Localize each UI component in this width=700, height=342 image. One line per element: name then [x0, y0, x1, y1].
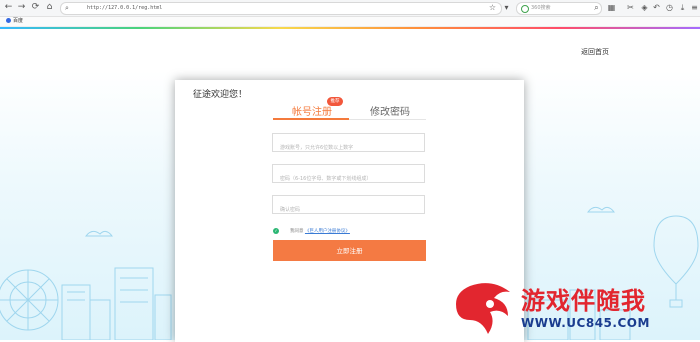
- confirm-password-input[interactable]: [273, 201, 424, 219]
- account-input[interactable]: [273, 139, 424, 157]
- account-field: [272, 133, 425, 157]
- agreement-text: 我同意 《巨人用户注册协议》: [290, 228, 350, 234]
- agreement-link[interactable]: 《巨人用户注册协议》: [305, 229, 350, 234]
- agreement-checkbox[interactable]: ✓: [273, 228, 279, 234]
- agreement-prefix: 我同意: [290, 229, 304, 234]
- register-button[interactable]: 立即注册: [273, 240, 426, 261]
- welcome-text: 征途欢迎您！: [193, 90, 248, 100]
- watermark-title: 游戏伴随我: [521, 287, 646, 315]
- confirm-password-field: [272, 195, 425, 219]
- password-field: [272, 164, 425, 188]
- recommend-badge: 推荐: [327, 97, 343, 106]
- watermark-url: WWW.UC845.COM: [521, 316, 650, 330]
- tab-register[interactable]: 帐号注册: [292, 103, 332, 118]
- tab-change-password[interactable]: 修改密码: [370, 103, 410, 118]
- tab-active-indicator: [273, 118, 349, 120]
- password-input[interactable]: [273, 170, 424, 188]
